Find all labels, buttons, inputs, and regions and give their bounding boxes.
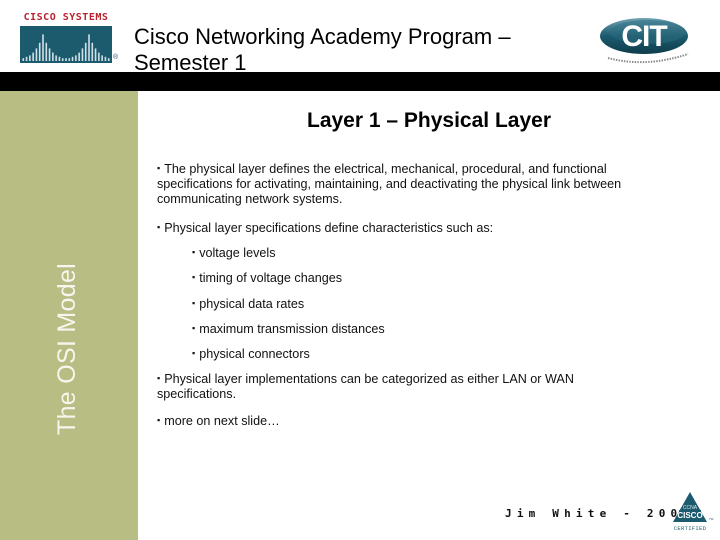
cisco-bar [78,52,80,61]
cisco-bar [98,52,100,61]
cisco-bar [94,48,97,61]
bullet-item: ▪ The physical layer defines the electric… [157,161,682,207]
cisco-bar [35,48,38,61]
cisco-bridge-bars-icon [22,34,110,61]
header-title-line1: Cisco Networking Academy Program – [134,24,511,49]
cisco-bar [104,56,107,61]
bullet-text: more on next slide… [164,414,280,428]
bullet-icon: ▪ [192,247,196,257]
cisco-bar [32,52,34,61]
cisco-bar [71,56,74,61]
cisco-bar [84,42,87,61]
cisco-bar [91,42,94,61]
cisco-logo-box [20,26,112,63]
sub-bullet-text: physical data rates [199,297,305,311]
cisco-bar [88,34,90,61]
sub-bullet-text: physical connectors [199,347,310,361]
cit-logo: CIT [596,8,696,68]
cit-letters: CIT [621,20,667,53]
bullet-text: The physical layer defines the electrica… [157,162,622,206]
sub-bullet-item: ▪ maximum transmission distances [192,321,385,337]
cisco-bar [68,58,71,61]
sub-bullet-item: ▪ voltage levels [192,245,276,261]
ccna-badge-middle-text: CISCO [677,511,702,520]
sub-bullet-item: ▪ physical connectors [192,346,310,362]
cisco-bar [101,55,103,61]
cisco-bar [61,58,64,61]
cisco-bar [81,48,84,61]
cisco-bar [25,56,28,61]
header-divider-band [0,72,720,91]
bullet-icon: ▪ [192,348,196,358]
cisco-bar [75,55,77,61]
bullet-text: Physical layer specifications define cha… [164,221,494,235]
bullet-item: ▪ more on next slide… [157,413,280,429]
sub-bullet-item: ▪ timing of voltage changes [192,270,342,286]
bullet-icon: ▪ [192,323,196,333]
ccna-badge-bottom-text: CERTIFIED [674,525,707,532]
sub-bullet-text: maximum transmission distances [199,322,385,336]
bullet-icon: ▪ [157,222,161,232]
sub-bullet-item: ▪ physical data rates [192,296,304,312]
bullet-icon: ▪ [157,415,161,425]
footer-credit: Jim White - 2002 [505,507,695,520]
cisco-bar [55,55,57,61]
cisco-bar [48,48,51,61]
sidebar-title: The OSI Model [53,262,81,435]
cisco-bar [52,52,54,61]
cisco-bar [29,55,31,61]
svg-text:TM: TM [709,517,714,521]
cisco-bar [38,42,41,61]
cisco-bar [22,58,25,61]
bullet-icon: ▪ [192,298,196,308]
bullet-item: ▪ Physical layer specifications define ch… [157,220,682,236]
registered-mark: ® [113,54,119,61]
sub-bullet-text: voltage levels [199,246,276,260]
cisco-bar [58,56,61,61]
bullet-icon: ▪ [157,373,161,383]
cisco-wordmark: CISCO SYSTEMS [23,12,109,23]
bullet-icon: ▪ [192,272,196,282]
sub-bullet-text: timing of voltage changes [199,271,343,285]
bullet-icon: ▪ [157,163,161,173]
header-title: Cisco Networking Academy Program – Semes… [134,24,594,76]
cit-logo-icon: CIT [600,18,689,64]
cisco-bar [107,58,110,61]
bullet-text: Physical layer implementations can be ca… [157,372,574,401]
cisco-bar [42,34,44,61]
cisco-bar [45,42,48,61]
ccna-triangle-icon: CCNA CISCO TM CERTIFIED [673,492,714,532]
bullet-item: ▪ Physical layer implementations can be c… [157,371,647,402]
ccna-certified-badge: CCNA CISCO TM CERTIFIED [669,490,715,534]
cisco-bar [65,58,67,61]
cisco-systems-logo: CISCO SYSTEMS ® [20,12,120,66]
slide-title: Layer 1 – Physical Layer [307,109,551,132]
